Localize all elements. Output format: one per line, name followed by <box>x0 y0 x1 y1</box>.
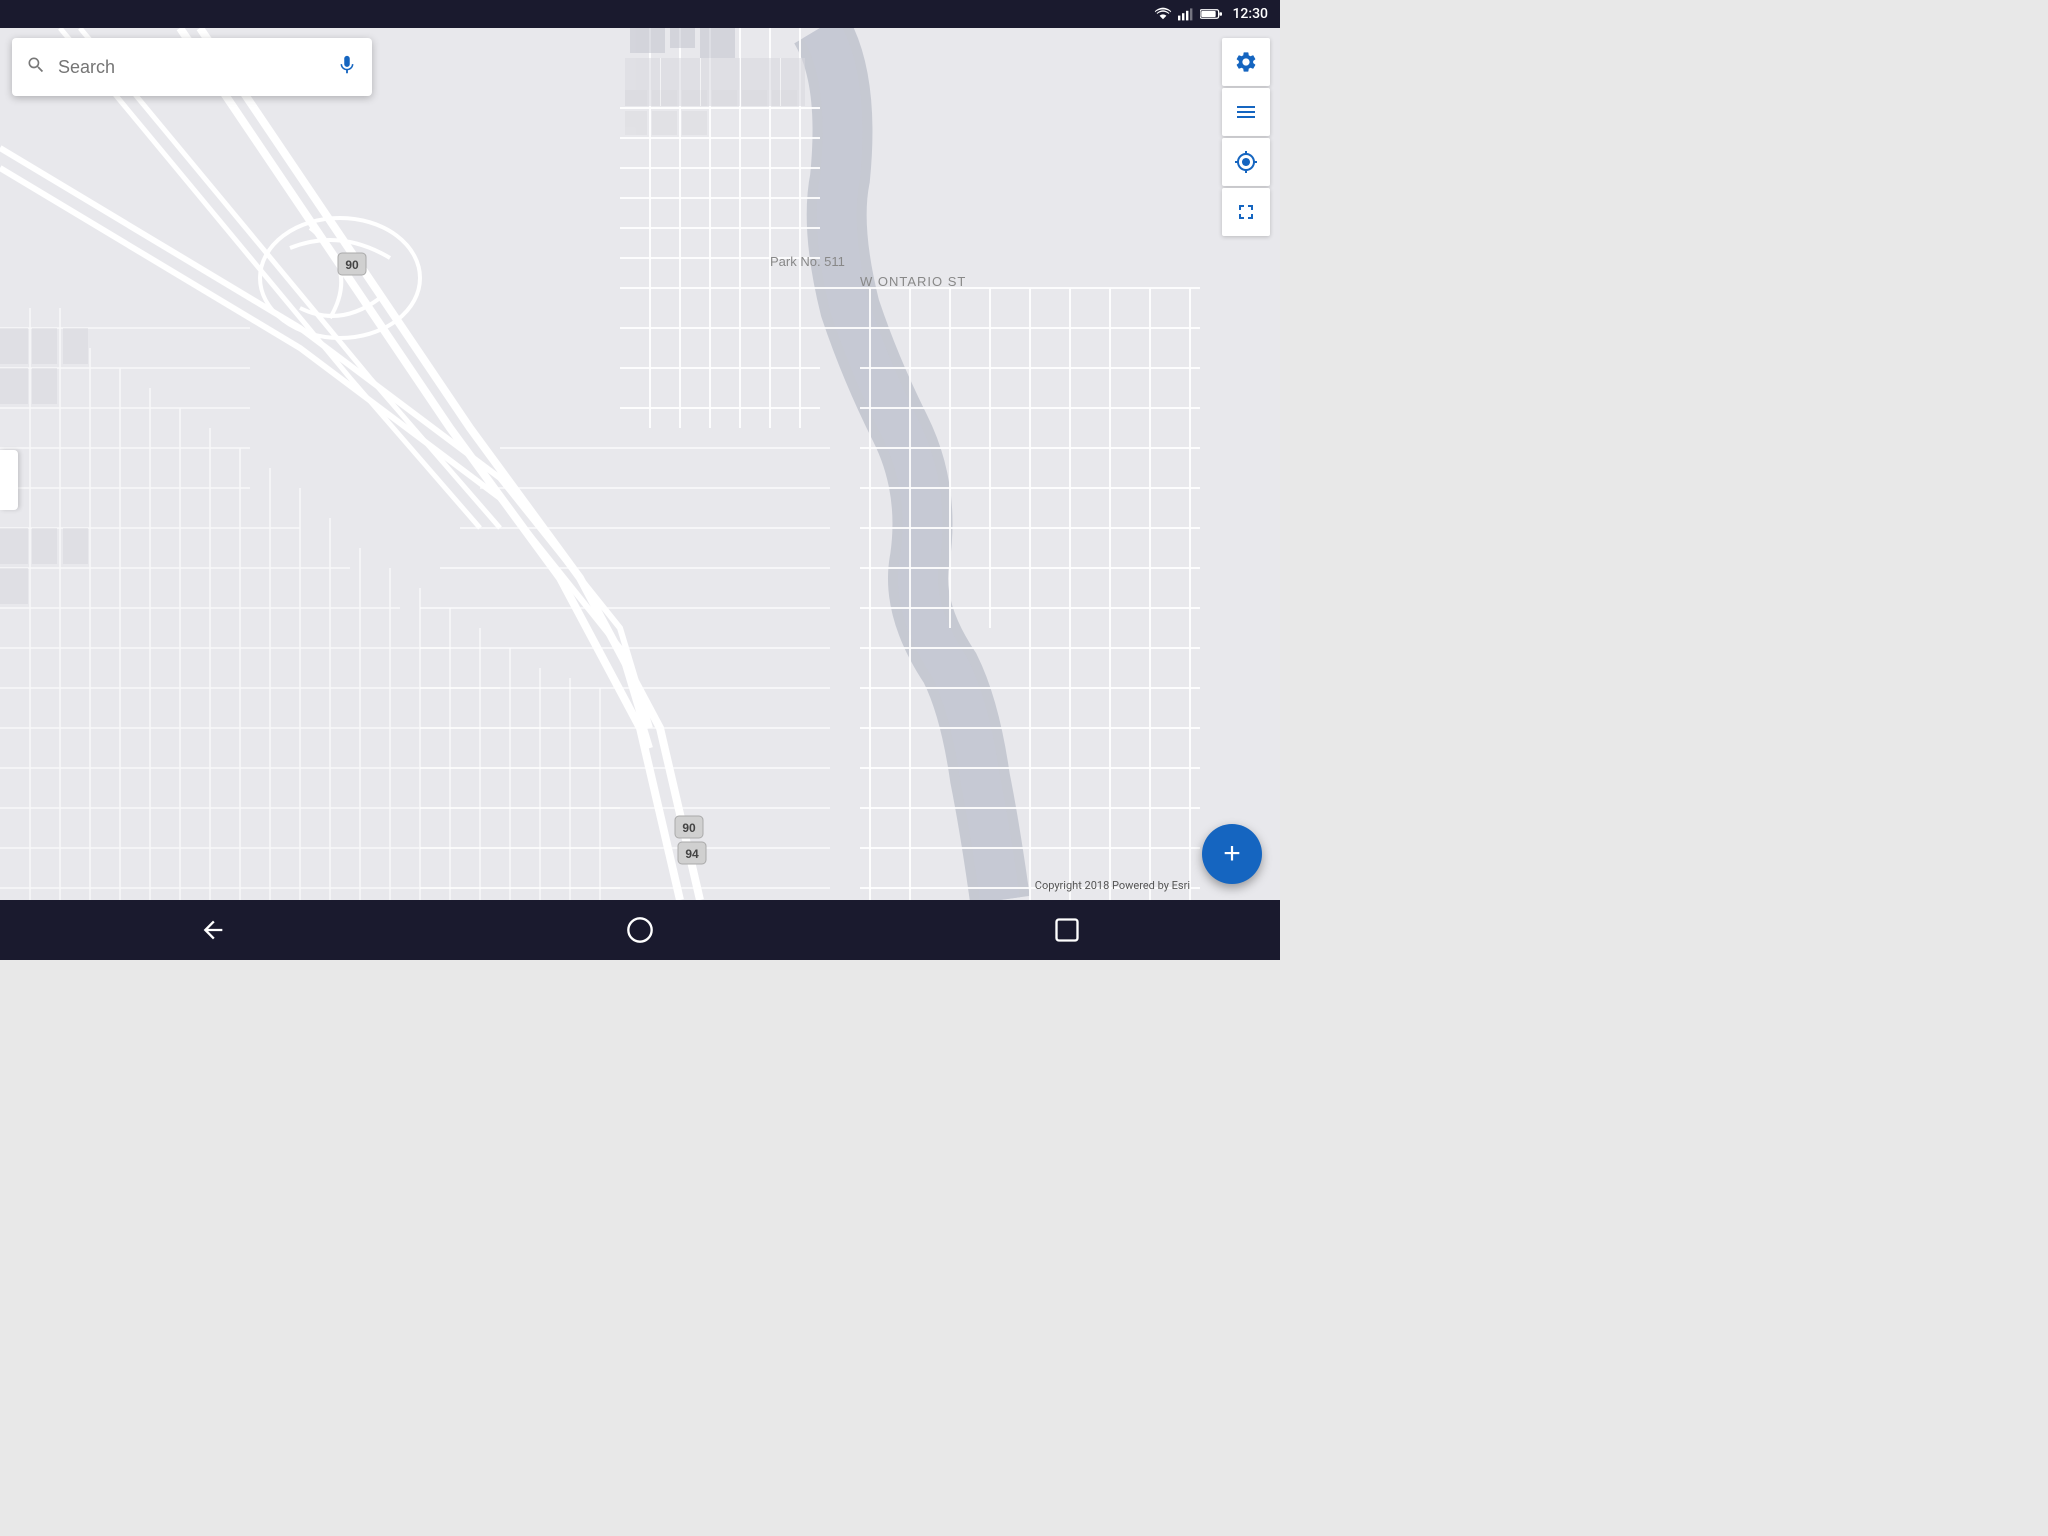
signal-icon <box>1178 7 1194 21</box>
layers-icon <box>1234 100 1258 124</box>
search-icon <box>26 55 46 80</box>
home-circle-icon <box>626 916 654 944</box>
settings-button[interactable] <box>1222 38 1270 86</box>
recents-icon <box>1053 916 1081 944</box>
map-svg: 90 90 94 Park No. 511 W ONTARIO ST <box>0 28 1280 900</box>
layers-button[interactable] <box>1222 88 1270 136</box>
home-button[interactable] <box>610 910 670 950</box>
back-icon <box>199 916 227 944</box>
plus-icon: + <box>1223 839 1241 869</box>
back-button[interactable] <box>183 910 243 950</box>
add-fab-button[interactable]: + <box>1202 824 1262 884</box>
svg-text:90: 90 <box>345 258 359 272</box>
search-bar[interactable] <box>12 38 372 96</box>
search-input[interactable] <box>58 57 336 78</box>
recents-button[interactable] <box>1037 910 1097 950</box>
map-area[interactable]: 90 90 94 Park No. 511 W ONTARIO ST <box>0 28 1280 900</box>
svg-text:94: 94 <box>685 847 699 861</box>
fullscreen-button[interactable] <box>1222 188 1270 236</box>
status-bar: 12:30 <box>0 0 1280 28</box>
my-location-button[interactable] <box>1222 138 1270 186</box>
battery-icon <box>1200 8 1222 20</box>
left-panel-tab[interactable] <box>0 450 18 510</box>
copyright-text: Copyright 2018 Powered by Esri <box>1035 879 1190 892</box>
svg-text:Park No. 511: Park No. 511 <box>770 254 845 269</box>
gear-icon <box>1234 50 1258 74</box>
wifi-icon <box>1154 7 1172 21</box>
bottom-navigation <box>0 900 1280 960</box>
svg-text:W ONTARIO ST: W ONTARIO ST <box>860 274 966 289</box>
microphone-icon[interactable] <box>336 54 358 81</box>
time-display: 12:30 <box>1232 6 1268 22</box>
location-icon <box>1234 150 1258 174</box>
right-toolbar <box>1222 38 1270 236</box>
fullscreen-icon <box>1234 200 1258 224</box>
svg-text:90: 90 <box>682 821 696 835</box>
